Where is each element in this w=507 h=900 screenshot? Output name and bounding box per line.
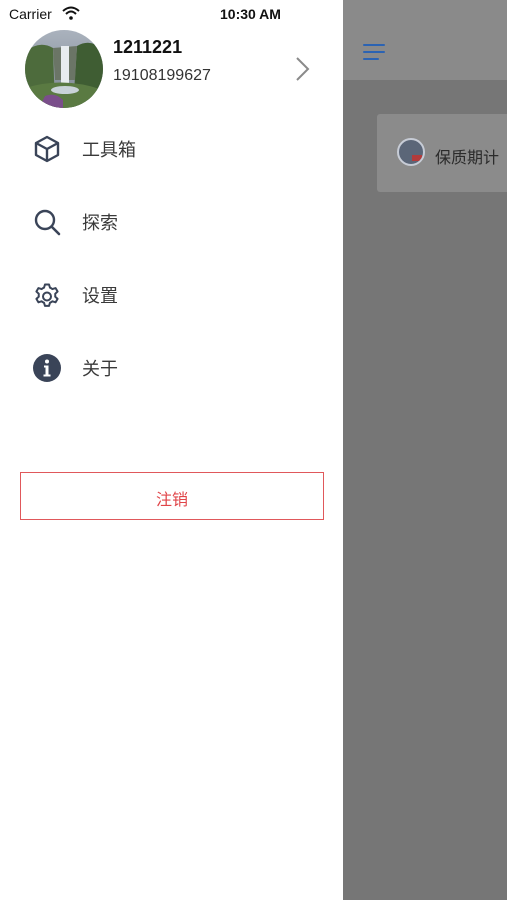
shelf-life-card-label: 保质期计 xyxy=(435,148,500,167)
side-drawer: Carrier 10:30 AM 1211221 19108199627 工具箱… xyxy=(0,0,343,900)
menu-item-settings[interactable]: 设置 xyxy=(0,266,343,322)
profile-header[interactable]: 1211221 19108199627 xyxy=(0,30,343,110)
profile-name: 1211221 xyxy=(113,37,183,57)
profile-phone: 19108199627 xyxy=(113,67,211,84)
status-time: 10:30 AM xyxy=(220,6,281,22)
gear-icon xyxy=(35,283,59,307)
logout-label: 注销 xyxy=(155,490,188,509)
menu-item-toolbox[interactable]: 工具箱 xyxy=(0,120,343,176)
search-icon xyxy=(34,209,61,236)
shelf-life-icon xyxy=(397,138,425,166)
main-screen-dimmed[interactable]: 保质期计 xyxy=(343,0,507,900)
wifi-icon xyxy=(62,6,80,20)
avatar[interactable] xyxy=(25,30,103,108)
carrier-label: Carrier xyxy=(9,6,52,22)
cube-icon xyxy=(34,135,60,163)
menu-item-label: 关于 xyxy=(82,359,118,380)
hamburger-menu-icon[interactable] xyxy=(363,44,385,60)
menu-item-about[interactable]: 关于 xyxy=(0,339,343,395)
status-bar: Carrier 10:30 AM xyxy=(0,0,343,30)
shelf-life-card[interactable]: 保质期计 xyxy=(377,114,507,192)
chevron-right-icon[interactable] xyxy=(292,55,312,83)
menu-item-label: 设置 xyxy=(82,286,118,307)
menu-item-label: 工具箱 xyxy=(82,140,136,161)
menu-item-explore[interactable]: 探索 xyxy=(0,193,343,249)
logout-button[interactable]: 注销 xyxy=(20,472,324,520)
main-navbar xyxy=(343,0,507,80)
menu-item-label: 探索 xyxy=(82,213,118,234)
info-icon xyxy=(33,354,61,382)
